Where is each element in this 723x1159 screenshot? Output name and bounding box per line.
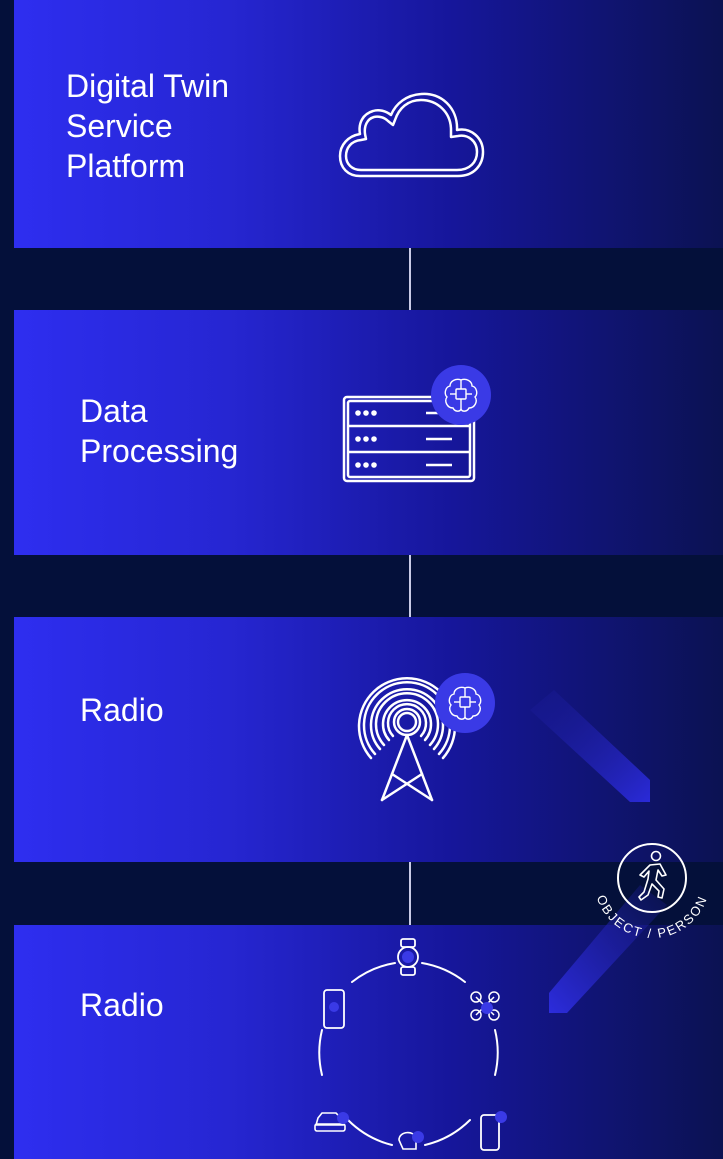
- object-person-badge: OBJECT / PERSON: [594, 843, 711, 941]
- device-ring-icon: [314, 938, 507, 1151]
- phone-icon: [323, 989, 345, 1029]
- ai-brain-icon: [431, 365, 491, 425]
- layer-label-data-processing: Data Processing: [80, 393, 239, 469]
- smartwatch-icon: [397, 938, 419, 976]
- car-icon: [314, 1112, 349, 1132]
- object-person-label: OBJECT / PERSON: [594, 893, 709, 941]
- connector-line: [409, 862, 411, 925]
- connector-line: [409, 555, 411, 617]
- drone-icon: [470, 991, 500, 1021]
- layer-label-service-platform: Digital Twin Service Platform: [66, 68, 230, 184]
- vr-headset-icon: [398, 1131, 424, 1150]
- svg-text:OBJECT / PERSON: OBJECT / PERSON: [594, 893, 711, 941]
- layer-label-radio-devices: Radio: [80, 987, 164, 1023]
- phone-icon: [480, 1111, 507, 1151]
- cloud-icon: [338, 92, 485, 178]
- signal-beam: [530, 690, 650, 802]
- ai-brain-icon: [435, 673, 495, 733]
- walking-person-icon: [638, 850, 667, 901]
- layer-label-radio: Radio: [80, 692, 164, 728]
- connector-line: [409, 248, 411, 310]
